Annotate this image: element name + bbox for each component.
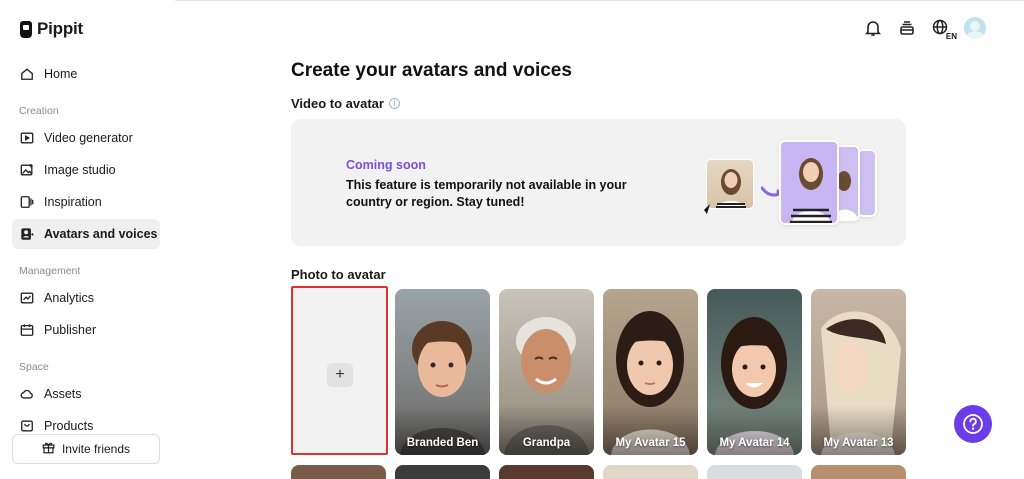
avatar-tile-partial[interactable]	[811, 465, 906, 479]
photo-to-avatar-heading: Photo to avatar	[291, 267, 386, 282]
sidebar-item-inspiration[interactable]: Inspiration	[12, 187, 160, 217]
sidebar-item-label: Home	[44, 67, 78, 81]
gift-icon	[42, 441, 55, 457]
avatar-tile-branded-ben[interactable]: Branded Ben	[395, 289, 490, 455]
bell-icon[interactable]	[862, 17, 884, 39]
info-icon[interactable]: i	[388, 98, 400, 109]
app-logo[interactable]: Pippit	[20, 19, 83, 39]
avatar-name: My Avatar 13	[823, 437, 894, 449]
plus-icon[interactable]: +	[327, 363, 353, 387]
coming-soon-label: Coming soon	[346, 158, 426, 172]
avatar-tile-partial[interactable]	[707, 465, 802, 479]
pippit-logo-icon	[20, 20, 32, 38]
user-avatar[interactable]	[964, 17, 986, 39]
sidebar-item-avatars-and-voices[interactable]: Avatars and voices	[12, 219, 160, 249]
help-button[interactable]	[954, 405, 992, 443]
product-box-icon	[20, 419, 34, 433]
video-generator-icon	[20, 131, 34, 145]
inspiration-icon	[20, 195, 34, 209]
cloud-icon	[20, 387, 34, 401]
home-icon	[20, 67, 34, 81]
cursor-icon	[699, 204, 710, 215]
sidebar: Pippit Home Creation Video generator Ima…	[0, 0, 175, 475]
section-label-creation: Creation	[19, 105, 59, 117]
avatar-name: Grandpa	[522, 437, 571, 449]
avatar-card-back-2	[857, 149, 877, 217]
analytics-icon	[20, 291, 34, 305]
avatar-tile-grandpa[interactable]: Grandpa	[499, 289, 594, 455]
video-to-avatar-heading: Video to avatar i	[291, 96, 400, 111]
section-label-space: Space	[19, 361, 49, 373]
calendar-icon	[20, 323, 34, 337]
sidebar-item-home[interactable]: Home	[12, 59, 160, 89]
image-studio-icon	[20, 163, 34, 177]
avatar-icon	[20, 227, 34, 241]
inbox-tray-icon[interactable]	[896, 17, 918, 39]
avatar-tile-my-avatar-15[interactable]: My Avatar 15	[603, 289, 698, 455]
avatar-name: Branded Ben	[406, 437, 479, 449]
avatar-tile-partial[interactable]	[603, 465, 698, 479]
avatar-tile-my-avatar-14[interactable]: My Avatar 14	[707, 289, 802, 455]
sidebar-item-analytics[interactable]: Analytics	[12, 283, 160, 313]
header-actions: EN	[862, 17, 986, 41]
sidebar-item-label: Avatars and voices	[44, 227, 158, 241]
avatar-card-front	[779, 140, 839, 225]
avatar-tile-partial[interactable]	[291, 465, 386, 479]
sidebar-item-label: Analytics	[44, 291, 95, 305]
app-name: Pippit	[37, 19, 84, 38]
question-mark-icon	[963, 414, 983, 434]
sidebar-item-label: Products	[44, 419, 94, 433]
avatar-tile-partial[interactable]	[499, 465, 594, 479]
coming-soon-banner: Coming soon This feature is temporarily …	[291, 119, 906, 246]
sidebar-item-video-generator[interactable]: Video generator	[12, 123, 160, 153]
avatar-name: My Avatar 14	[719, 437, 790, 449]
sidebar-item-label: Inspiration	[44, 195, 102, 209]
invite-friends-button[interactable]: Invite friends	[12, 434, 160, 464]
avatar-tile-my-avatar-13[interactable]: My Avatar 13	[811, 289, 906, 455]
avatar-name: My Avatar 15	[615, 437, 686, 449]
invite-friends-label: Invite friends	[61, 442, 131, 456]
sidebar-item-publisher[interactable]: Publisher	[12, 315, 160, 345]
sidebar-item-label: Publisher	[44, 323, 97, 337]
source-photo-thumbnail	[706, 159, 754, 209]
sidebar-item-label: Assets	[44, 387, 82, 401]
language-badge: EN	[944, 32, 958, 41]
page-title: Create your avatars and voices	[291, 60, 572, 81]
coming-soon-message: This feature is temporarily not availabl…	[346, 178, 627, 209]
sidebar-item-image-studio[interactable]: Image studio	[12, 155, 160, 185]
avatar-tile-partial[interactable]	[395, 465, 490, 479]
upload-photo-tile[interactable]: +	[291, 286, 388, 455]
sidebar-item-assets[interactable]: Assets	[12, 379, 160, 409]
section-label-management: Management	[19, 265, 81, 277]
sidebar-item-label: Image studio	[44, 163, 116, 177]
video-to-avatar-title: Video to avatar	[291, 96, 384, 111]
sidebar-item-label: Video generator	[44, 131, 133, 145]
language-globe-icon[interactable]: EN	[930, 17, 958, 41]
